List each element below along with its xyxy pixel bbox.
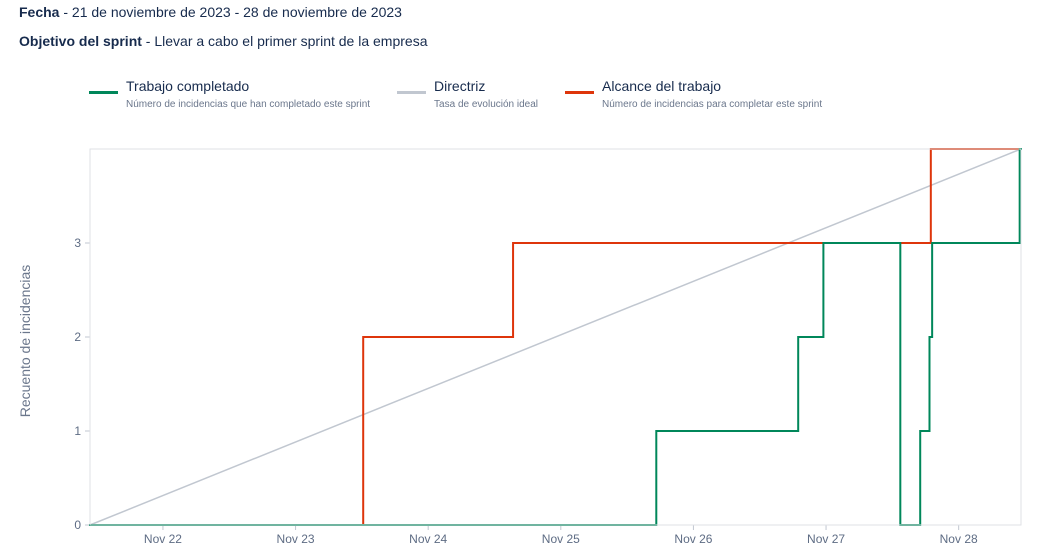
y-tick-label: 0 bbox=[74, 518, 81, 532]
x-tick-label: Nov 28 bbox=[940, 532, 978, 546]
burnup-chart: 0123 Nov 22 Nov 23 Nov 24 Nov 25 Nov 26 Nov 2… bbox=[17, 148, 1022, 546]
x-tick-label: Nov 27 bbox=[807, 532, 845, 546]
y-tick-label: 2 bbox=[74, 330, 81, 344]
y-tick-label: 1 bbox=[74, 424, 81, 438]
x-tick-label: Nov 25 bbox=[542, 532, 580, 546]
y-axis-ticks: 0 1 2 3 bbox=[74, 236, 90, 532]
x-tick-label: Nov 22 bbox=[144, 532, 182, 546]
series-layer bbox=[89, 148, 1022, 526]
x-tick-label: Nov 23 bbox=[277, 532, 315, 546]
series-line-directriz bbox=[89, 148, 1022, 526]
x-tick-label: Nov 26 bbox=[674, 532, 712, 546]
y-axis-title: Recuento de incidencias bbox=[17, 265, 33, 418]
y-tick-label: 3 bbox=[74, 236, 81, 250]
x-axis-ticks: Nov 22 Nov 23 Nov 24 Nov 25 Nov 26 Nov 27 Nov … bbox=[144, 525, 978, 546]
x-tick-label: Nov 24 bbox=[409, 532, 447, 546]
